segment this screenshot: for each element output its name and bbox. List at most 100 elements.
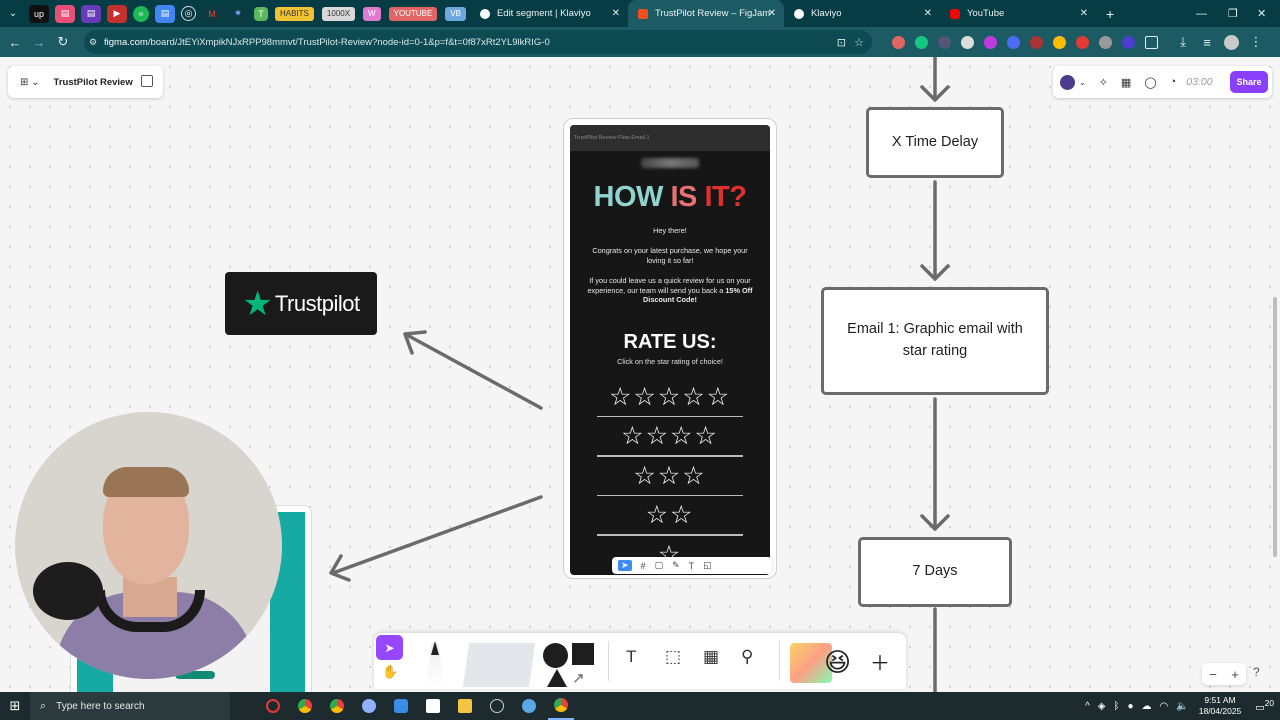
pinned-tab-gmail-icon[interactable]: M [202,4,222,23]
extension-shield-icon[interactable] [892,35,905,49]
hand-tool-icon[interactable]: ✋ [382,664,398,680]
taskbar-app-explorer-icon[interactable] [452,692,478,720]
pinned-tab-youtube-icon[interactable]: ▶ [107,4,127,23]
minimize-window-icon[interactable]: — [1196,0,1207,27]
taskbar-app-chrome-icon[interactable] [292,692,318,720]
more-tools-plus-icon[interactable]: ＋ [870,647,890,676]
tray-app-icon[interactable]: ● [1128,701,1134,712]
frame-tool-icon[interactable]: # [641,561,646,571]
circle-shape-icon[interactable] [543,643,568,668]
media-controls-icon[interactable]: ≡ [1195,35,1219,50]
tab-klaviyo[interactable]: Klaviyo ✕ [784,0,940,27]
browser-menu-icon[interactable]: ⋮ [1244,34,1268,50]
pinned-tab-settings-icon[interactable]: ✷ [228,4,248,23]
duplicate-icon[interactable] [141,75,153,87]
comment-icon[interactable]: ◯ [1144,76,1156,89]
pinned-tab-docs-icon[interactable]: ▤ [55,4,75,23]
extension-record-icon[interactable] [1030,35,1043,49]
square-shape-icon[interactable] [572,643,594,665]
pinned-tab-spotify-icon[interactable]: ≈ [133,5,149,22]
extension-slash-icon[interactable] [1122,35,1135,49]
zoom-in-icon[interactable]: + [1231,667,1239,682]
pen-tool-icon[interactable]: ✎ [672,560,680,571]
star-rating-2[interactable]: ☆☆ [570,496,770,534]
avatar-chevron-icon[interactable]: ⌄ [1079,78,1086,87]
taskbar-app-calendar-icon[interactable] [420,692,446,720]
stamp-tool-icon[interactable]: ⚲ [741,647,753,667]
pinned-pill-w[interactable]: W [363,6,381,21]
tray-security-icon[interactable]: ◈ [1098,701,1106,712]
notifications-icon[interactable]: ▭20 [1255,698,1274,713]
pinned-pill-vb[interactable]: VB [445,6,466,21]
taskbar-app-settings-icon[interactable] [356,692,382,720]
windows-start-icon[interactable]: ⊞ [0,698,30,714]
extension-red-icon[interactable] [1076,35,1089,49]
select-tool-icon[interactable]: ➤ [376,635,403,660]
section-tool-icon[interactable]: ◱ [703,560,712,571]
sticky-note-tool-icon[interactable] [462,643,536,687]
tab-edit-segment-klaviyo[interactable]: Edit segment | Klaviyo ✕ [470,0,628,27]
tray-volume-icon[interactable]: 🔈 [1176,701,1188,712]
extension-pen-icon[interactable] [961,35,974,49]
cursor-tool-icon[interactable]: ➤ [618,560,632,571]
reload-icon[interactable]: ↻ [51,34,75,50]
tray-cloud-icon[interactable]: ☁ [1142,701,1152,712]
emoji-tool-icon[interactable]: 😆 [824,649,851,675]
timer-readout[interactable]: 03:00 [1186,76,1212,88]
address-bar[interactable]: ⚙ figma.com/board/JtEYiXmpikNJxRPP98mmvt… [84,30,872,54]
downloads-icon[interactable]: ⤓ [1171,34,1195,50]
pinned-pill-youtube[interactable]: YOUTUBE [388,6,438,21]
extension-download-icon[interactable] [984,35,997,49]
taskbar-app-opera-icon[interactable] [260,692,286,720]
tab-trustpilot-review-figjam[interactable]: TrustPilot Review – FigJam ✕ [627,0,784,27]
taskbar-app-snip-icon[interactable] [516,692,542,720]
close-tab-icon[interactable]: ✕ [768,8,776,19]
install-app-icon[interactable]: ⊡ [837,36,846,49]
tray-wifi-icon[interactable]: ◠ [1160,701,1169,712]
timer-icon[interactable]: ◔ [1170,76,1177,88]
back-arrow-icon[interactable]: ← [3,35,27,50]
section-tool-icon[interactable]: ⬚ [665,647,681,667]
pinned-tab-upwork-icon[interactable]: up [29,4,49,23]
site-info-icon[interactable]: ⚙ [89,37,97,48]
bookmark-star-icon[interactable]: ☆ [854,36,864,49]
shape-tool-icon[interactable]: ▢ [655,560,664,571]
extension-flag-icon[interactable] [915,35,928,49]
table-tool-icon[interactable]: ▦ [703,647,719,667]
pinned-tab-docs2-icon[interactable]: ▤ [155,4,175,23]
profile-avatar[interactable] [1224,34,1239,50]
share-button[interactable]: Share [1230,71,1268,93]
text-tool-icon[interactable]: T [626,647,636,667]
triangle-shape-icon[interactable] [547,669,567,687]
close-tab-icon[interactable]: ✕ [924,8,932,19]
help-icon[interactable]: ? [1253,665,1260,679]
pinned-tab-t-icon[interactable]: T [254,6,268,21]
layout-icon[interactable]: ▦ [1121,76,1131,89]
flow-box-time-delay[interactable]: X Time Delay [866,107,1004,178]
ai-sparkle-icon[interactable]: ✧ [1099,76,1108,89]
tray-chevron-icon[interactable]: ^ [1085,701,1090,712]
taskbar-app-chrome-active-icon[interactable] [548,692,574,720]
trustpilot-logo[interactable]: ★ Trustpilot [225,272,377,335]
close-window-icon[interactable]: ✕ [1257,0,1266,27]
extension-camera-icon[interactable] [1099,35,1112,49]
tab-search-icon[interactable]: ⌄ [0,0,26,27]
extension-gear-icon[interactable] [1007,35,1020,49]
star-rating-3[interactable]: ☆☆☆ [570,457,770,495]
figjam-menu-icon[interactable]: ⊞ ⌄ [20,77,40,88]
pinned-pill-habits[interactable]: HABITS [275,6,314,21]
forward-arrow-icon[interactable]: → [27,35,51,50]
star-rating-5[interactable]: ☆☆☆☆☆ [570,378,770,416]
file-title[interactable]: TrustPilot Review [54,77,133,88]
close-tab-icon[interactable]: ✕ [1080,8,1088,19]
vertical-scrollbar[interactable] [1273,297,1277,557]
star-rating-4[interactable]: ☆☆☆☆ [570,417,770,455]
pinned-tab-forms-icon[interactable]: ▤ [81,4,101,23]
new-tab-button[interactable]: + [1096,0,1124,27]
pinned-pill-1000x[interactable]: 1000X [321,6,356,21]
taskbar-app-chrome-profile-icon[interactable] [324,692,350,720]
close-tab-icon[interactable]: ✕ [612,8,620,19]
taskbar-clock[interactable]: 9:51 AM 18/04/2025 [1199,695,1242,716]
connector-tool-icon[interactable]: ↗ [572,669,585,687]
figjam-canvas[interactable]: ⊞ ⌄ TrustPilot Review ⌄ ✧ ▦ ◯ ◔ 03:00 Sh… [0,57,1280,692]
